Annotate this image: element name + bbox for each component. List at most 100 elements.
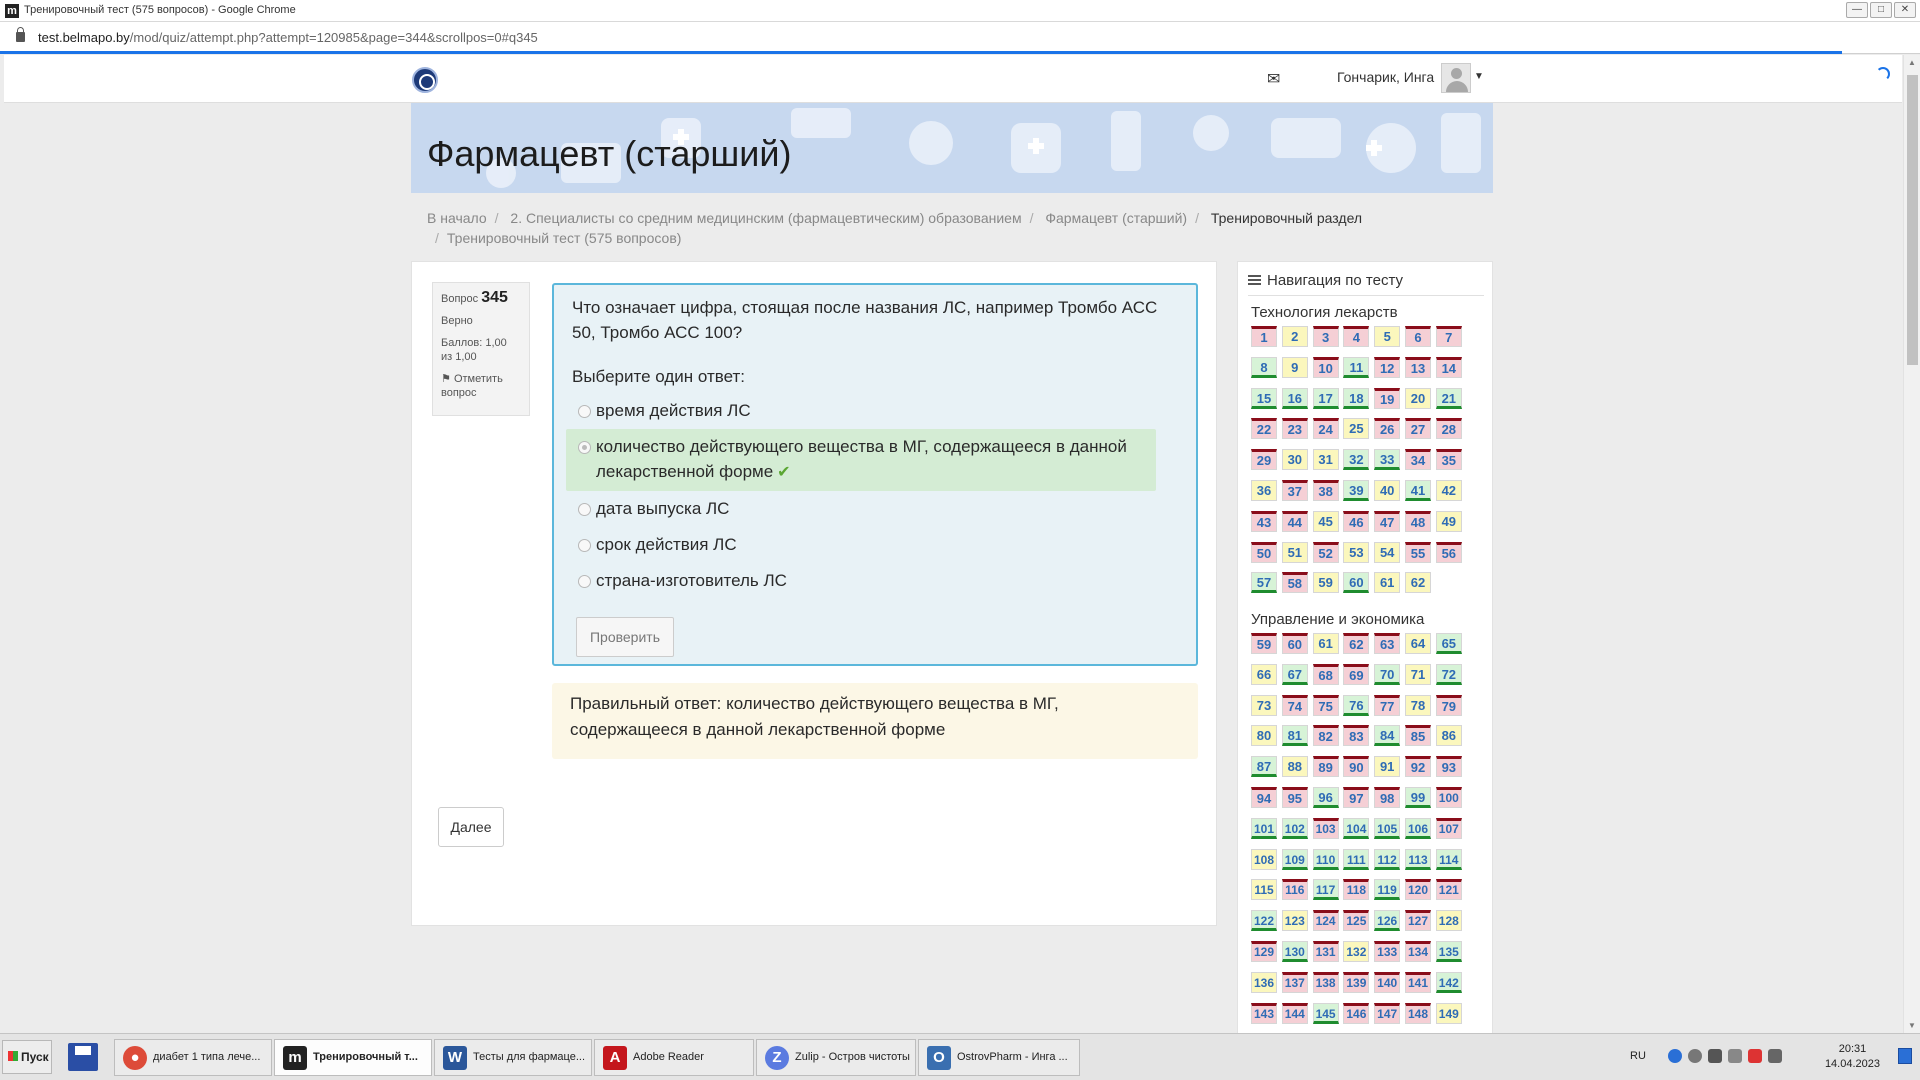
antivirus-icon[interactable]: [1748, 1049, 1762, 1063]
quiz-nav-button[interactable]: 120: [1405, 879, 1431, 901]
breadcrumb-category[interactable]: 2. Специалисты со средним медицинским (ф…: [510, 210, 1021, 226]
quiz-nav-button[interactable]: 58: [1281, 572, 1308, 594]
quiz-nav-button[interactable]: 36: [1251, 480, 1277, 501]
display-icon[interactable]: [1768, 1049, 1782, 1063]
task-adobe-reader[interactable]: A Adobe Reader: [594, 1039, 754, 1076]
quiz-nav-button[interactable]: 136: [1251, 971, 1277, 993]
breadcrumb-section[interactable]: Тренировочный раздел: [1211, 210, 1362, 226]
quiz-nav-button[interactable]: 129: [1251, 941, 1277, 962]
quiz-nav-button[interactable]: 21: [1435, 387, 1462, 409]
quiz-nav-button[interactable]: 51: [1281, 541, 1308, 563]
quiz-nav-button[interactable]: 69: [1343, 663, 1370, 685]
answer-radio[interactable]: [578, 539, 591, 552]
quiz-nav-button[interactable]: 62: [1405, 572, 1431, 594]
quiz-nav-button[interactable]: 11: [1343, 356, 1370, 378]
quiz-nav-button[interactable]: 25: [1343, 418, 1370, 440]
quiz-nav-button[interactable]: 44: [1281, 510, 1308, 532]
security-icon[interactable]: [1688, 1049, 1702, 1063]
quiz-nav-button[interactable]: 146: [1343, 1002, 1370, 1024]
next-button[interactable]: Далее: [438, 807, 504, 847]
quiz-nav-button[interactable]: 48: [1405, 510, 1431, 532]
quiz-nav-button[interactable]: 105: [1374, 817, 1401, 839]
quiz-nav-button[interactable]: 93: [1435, 756, 1462, 778]
quiz-nav-button[interactable]: 50: [1251, 541, 1277, 563]
quiz-nav-button[interactable]: 80: [1251, 725, 1277, 747]
quiz-nav-button[interactable]: 46: [1343, 510, 1370, 532]
quiz-nav-button[interactable]: 45: [1312, 510, 1339, 532]
quiz-nav-button[interactable]: 15: [1251, 387, 1277, 409]
quiz-nav-button[interactable]: 108: [1251, 848, 1277, 870]
answer-radio[interactable]: [578, 405, 591, 418]
close-icon[interactable]: ✕: [1894, 2, 1916, 18]
answer-option[interactable]: страна-изготовитель ЛС: [566, 563, 1156, 599]
quiz-nav-button[interactable]: 124: [1312, 910, 1339, 932]
quiz-nav-button[interactable]: 1: [1251, 326, 1277, 347]
quiz-nav-button[interactable]: 6: [1405, 326, 1431, 347]
answer-radio[interactable]: [578, 575, 591, 588]
quiz-nav-button[interactable]: 76: [1343, 694, 1370, 716]
answer-option-correct[interactable]: количество действующего вещества в МГ, с…: [566, 429, 1156, 491]
quiz-nav-button[interactable]: 60: [1281, 633, 1308, 654]
quiz-nav-button[interactable]: 110: [1312, 848, 1339, 870]
answer-radio[interactable]: [578, 441, 591, 454]
quiz-nav-button[interactable]: 54: [1374, 541, 1401, 563]
task-zulip[interactable]: Z Zulip - Остров чистоты: [756, 1039, 916, 1076]
minimize-icon[interactable]: —: [1846, 2, 1868, 18]
quiz-nav-button[interactable]: 137: [1281, 971, 1308, 993]
scroll-down-icon[interactable]: ▼: [1908, 1021, 1916, 1030]
quiz-nav-button[interactable]: 103: [1312, 817, 1339, 839]
quiz-nav-button[interactable]: 92: [1405, 756, 1431, 778]
quiz-nav-button[interactable]: 17: [1312, 387, 1339, 409]
quiz-nav-button[interactable]: 98: [1374, 787, 1401, 808]
quiz-nav-button[interactable]: 3: [1312, 326, 1339, 347]
quiz-nav-button[interactable]: 140: [1374, 971, 1401, 993]
quiz-nav-button[interactable]: 42: [1435, 480, 1462, 501]
quiz-nav-button[interactable]: 72: [1435, 663, 1462, 685]
quiz-nav-button[interactable]: 127: [1405, 910, 1431, 932]
quiz-nav-button[interactable]: 87: [1251, 756, 1277, 778]
quiz-nav-button[interactable]: 29: [1251, 449, 1277, 471]
quiz-nav-button[interactable]: 125: [1343, 910, 1370, 932]
quiz-nav-button[interactable]: 61: [1374, 572, 1401, 594]
flag-question-link[interactable]: ⚑ Отметить вопрос: [441, 372, 521, 400]
quiz-nav-button[interactable]: 71: [1405, 663, 1431, 685]
quiz-nav-button[interactable]: 24: [1312, 418, 1339, 440]
quiz-nav-button[interactable]: 88: [1281, 756, 1308, 778]
quiz-nav-button[interactable]: 101: [1251, 817, 1277, 839]
url-field[interactable]: test.belmapo.by/mod/quiz/attempt.php?att…: [38, 30, 538, 45]
quiz-nav-button[interactable]: 134: [1405, 941, 1431, 962]
messages-icon[interactable]: ✉: [1267, 69, 1280, 89]
quiz-nav-button[interactable]: 123: [1281, 910, 1308, 932]
clock[interactable]: 20:31 14.04.2023: [1825, 1042, 1880, 1072]
quiz-nav-button[interactable]: 13: [1405, 356, 1431, 378]
quiz-nav-button[interactable]: 53: [1343, 541, 1370, 563]
quiz-nav-button[interactable]: 94: [1251, 787, 1277, 808]
quiz-nav-button[interactable]: 131: [1312, 941, 1339, 962]
quiz-nav-button[interactable]: 91: [1374, 756, 1401, 778]
quiz-nav-button[interactable]: 38: [1312, 480, 1339, 501]
quiz-nav-button[interactable]: 118: [1343, 879, 1370, 901]
quiz-nav-button[interactable]: 138: [1312, 971, 1339, 993]
task-quiz-window[interactable]: m Тренировочный т...: [274, 1039, 432, 1076]
language-indicator[interactable]: RU: [1630, 1050, 1646, 1062]
quiz-nav-button[interactable]: 122: [1251, 910, 1277, 932]
quiz-nav-button[interactable]: 23: [1281, 418, 1308, 440]
quiz-nav-button[interactable]: 113: [1405, 848, 1431, 870]
answer-option[interactable]: срок действия ЛС: [566, 527, 1156, 563]
quiz-nav-button[interactable]: 116: [1281, 879, 1308, 901]
quiz-nav-button[interactable]: 77: [1374, 694, 1401, 716]
address-bar[interactable]: test.belmapo.by/mod/quiz/attempt.php?att…: [0, 22, 1920, 54]
quiz-nav-button[interactable]: 148: [1405, 1002, 1431, 1024]
quiz-nav-button[interactable]: 81: [1281, 725, 1308, 747]
scroll-up-icon[interactable]: ▲: [1908, 58, 1916, 67]
quiz-nav-button[interactable]: 34: [1405, 449, 1431, 471]
quiz-nav-button[interactable]: 33: [1374, 449, 1401, 471]
quiz-nav-button[interactable]: 114: [1435, 848, 1462, 870]
quiz-nav-button[interactable]: 47: [1374, 510, 1401, 532]
quiz-nav-button[interactable]: 99: [1405, 787, 1431, 808]
quiz-nav-button[interactable]: 56: [1435, 541, 1462, 563]
restore-icon[interactable]: □: [1870, 2, 1892, 18]
quiz-nav-button[interactable]: 75: [1312, 694, 1339, 716]
quiz-nav-button[interactable]: 7: [1435, 326, 1462, 347]
quiz-nav-button[interactable]: 12: [1374, 356, 1401, 378]
